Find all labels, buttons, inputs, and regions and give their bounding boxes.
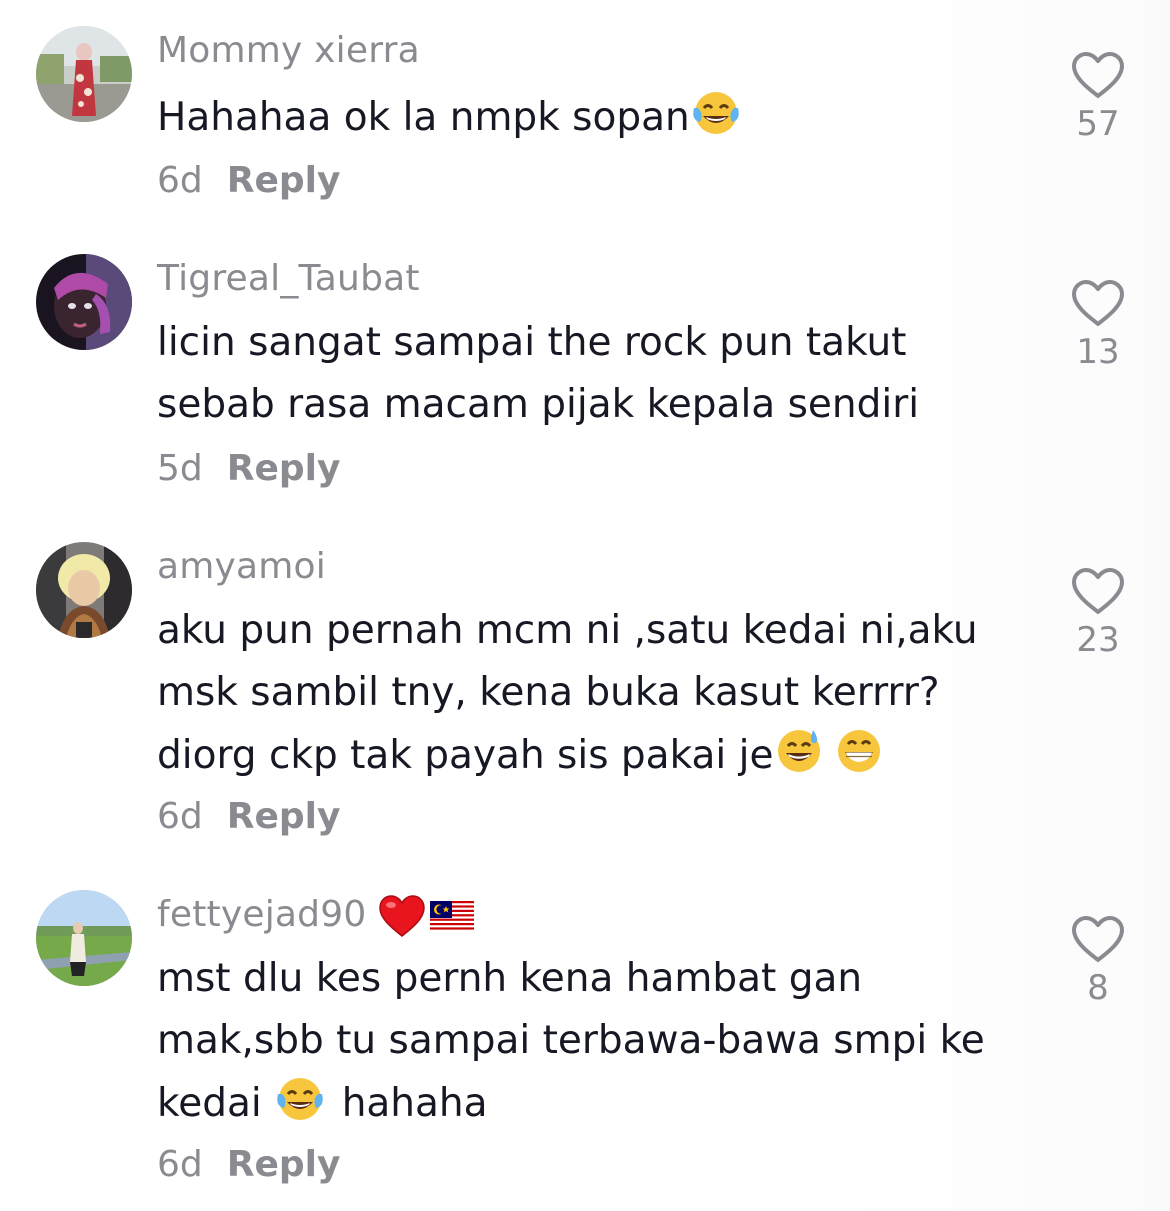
tears-of-joy-emoji: [274, 1072, 326, 1124]
avatar[interactable]: [36, 890, 132, 986]
comment-meta: 6d Reply: [157, 1144, 340, 1185]
like-count: 8: [1087, 968, 1109, 1008]
username-badges: [378, 894, 475, 938]
heart-icon: [1072, 916, 1124, 962]
like-button[interactable]: 8: [1058, 914, 1138, 1008]
comment-username[interactable]: fettyejad90: [157, 894, 475, 938]
reply-button[interactable]: Reply: [227, 1144, 341, 1185]
comment-item: fettyejad90 mst dlu kes pernh kena hamba…: [0, 0, 1170, 1211]
malaysia-flag-icon: [430, 901, 475, 931]
comment-text: mst dlu kes pernh kena hambat gan mak,sb…: [157, 956, 985, 1126]
comment-time: 6d: [157, 1144, 203, 1185]
red-heart-icon: [379, 895, 426, 937]
